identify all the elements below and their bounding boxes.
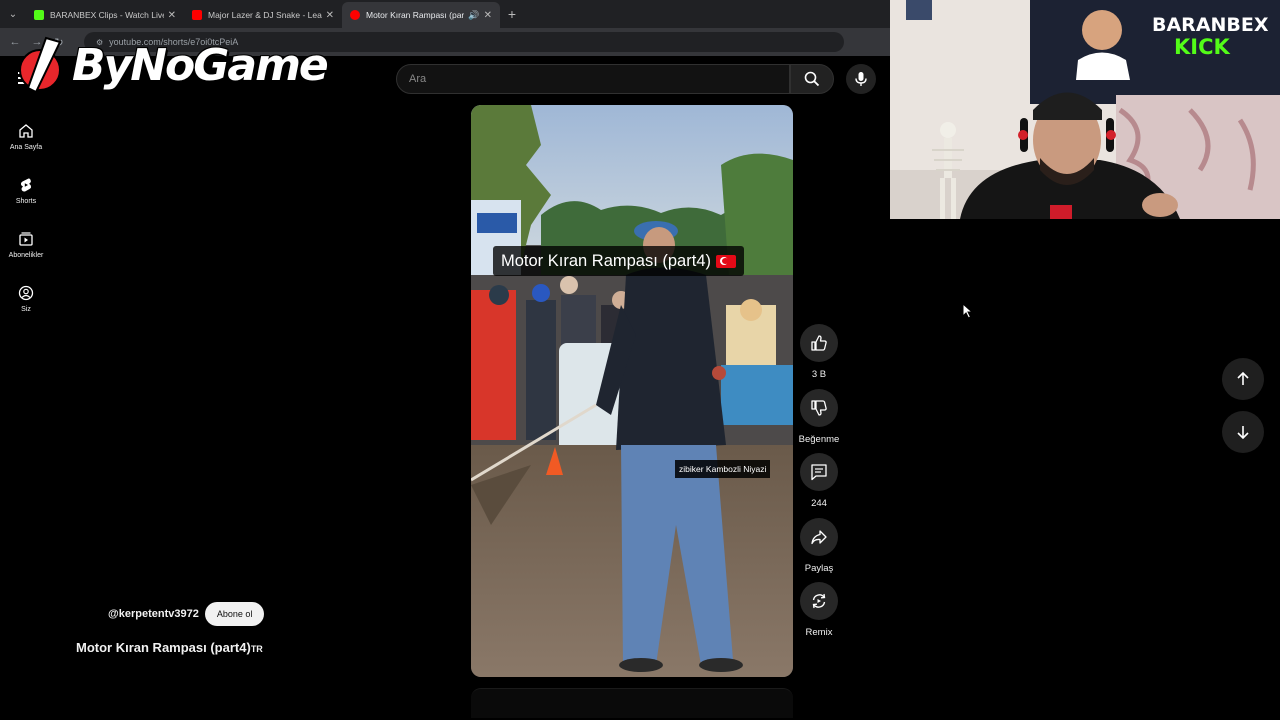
sidebar-item-shorts[interactable]: Shorts (0, 164, 52, 218)
search-input[interactable]: Ara (396, 64, 790, 94)
browser-tab-2[interactable]: Major Lazer & DJ Snake - Lean ✕ (184, 2, 342, 28)
bynogame-logo-icon (19, 36, 62, 94)
arrow-down-icon (1237, 426, 1249, 440)
dislike-action: Beğenme (795, 388, 843, 454)
remix-label: Remix (805, 627, 833, 638)
previous-short-button[interactable] (1222, 358, 1264, 400)
turkey-flag-icon (716, 254, 736, 268)
video-title-text: Motor Kıran Rampası (part4) (76, 640, 251, 655)
remix-icon (812, 593, 826, 609)
close-tab-icon[interactable]: ✕ (168, 10, 176, 21)
watermark-text: ByNoGame (72, 39, 329, 91)
search-placeholder: Ara (409, 73, 427, 85)
sidebar-item-label: Shorts (15, 198, 37, 205)
browser-tab-3[interactable]: Motor Kıran Rampası (part4 🔊 ✕ (342, 2, 500, 28)
video-title[interactable]: Motor Kıran Rampası (part4)TR (76, 640, 263, 655)
sidebar-item-label: Ana Sayfa (9, 144, 43, 151)
speaker-icon[interactable]: 🔊 (468, 10, 479, 21)
channel-handle[interactable]: @kerpetentv3972 (108, 608, 199, 620)
comments-action: 244 (795, 453, 843, 518)
youtube-favicon-icon (350, 10, 360, 20)
share-button[interactable] (800, 517, 838, 556)
dislike-label: Beğenme (798, 433, 840, 445)
close-tab-icon[interactable]: ✕ (484, 10, 492, 21)
overlay-caption-text: zibiker Kambozli Niyazi (679, 464, 767, 474)
home-icon (19, 124, 33, 138)
tab-search-icon[interactable]: ⌄ (0, 0, 26, 28)
dislike-button[interactable] (800, 388, 838, 427)
shorts-video-player[interactable]: Motor Kıran Rampası (part4) zibiker Kamb… (471, 105, 793, 677)
share-action: Paylaş (795, 517, 843, 583)
video-frame-image (471, 105, 793, 677)
search-button[interactable] (790, 64, 834, 94)
channel-info: @kerpetentv3972 Abone ol (108, 602, 265, 626)
microphone-icon (855, 72, 867, 86)
remix-button[interactable] (800, 582, 838, 620)
voice-search-button[interactable] (846, 64, 876, 94)
share-icon (811, 529, 827, 544)
remix-action: Remix (795, 582, 843, 647)
sidebar-item-subscriptions[interactable]: Abonelikler (0, 218, 52, 272)
browser-tab-bar: ⌄ BARANBEX Clips - Watch Live o ✕ Major … (0, 0, 890, 28)
tab-title: BARANBEX Clips - Watch Live o (50, 10, 164, 20)
flag-emoji-text: TR (250, 644, 263, 654)
new-tab-button[interactable]: + (500, 6, 524, 22)
like-action: 3 B (795, 324, 843, 389)
kick-favicon-icon (34, 10, 44, 20)
tab-title: Motor Kıran Rampası (part4 (366, 10, 465, 20)
close-tab-icon[interactable]: ✕ (326, 10, 334, 21)
share-label: Paylaş (804, 562, 834, 574)
mouse-cursor-icon (962, 303, 974, 319)
bynogame-watermark: ByNoGame (16, 30, 329, 100)
like-count: 3 B (811, 369, 827, 380)
next-short-preview[interactable] (471, 688, 793, 718)
sidebar: Ana Sayfa Shorts Abonelikler Siz (0, 110, 52, 326)
video-overlay-title: Motor Kıran Rampası (part4) (493, 246, 744, 276)
subscribe-button[interactable]: Abone ol (204, 602, 265, 626)
sidebar-item-label: Siz (21, 306, 31, 313)
sidebar-item-label: Abonelikler (8, 252, 44, 259)
search-icon (804, 71, 820, 87)
shorts-icon (20, 178, 32, 192)
webcam-banner-kick: KICK (1174, 35, 1230, 59)
comments-button[interactable] (800, 453, 838, 491)
youtube-favicon-icon (192, 10, 202, 20)
thumbs-up-icon (811, 335, 827, 351)
comment-icon (811, 464, 827, 481)
subscriptions-icon (19, 232, 33, 246)
sidebar-item-you[interactable]: Siz (0, 272, 52, 326)
account-icon (18, 285, 34, 301)
like-button[interactable] (800, 324, 838, 362)
shorts-actions: 3 B Beğenme 244 Paylaş Remix (795, 324, 843, 647)
webcam-banner-name: BARANBEX (1152, 14, 1269, 36)
arrow-up-icon (1237, 371, 1249, 385)
sidebar-item-home[interactable]: Ana Sayfa (0, 110, 52, 164)
next-short-button[interactable] (1222, 411, 1264, 453)
comment-count: 244 (811, 498, 827, 509)
overlay-title-text: Motor Kıran Rampası (part4) (501, 251, 711, 270)
browser-tab-1[interactable]: BARANBEX Clips - Watch Live o ✕ (26, 2, 184, 28)
tab-title: Major Lazer & DJ Snake - Lean (208, 10, 322, 20)
video-overlay-caption: zibiker Kambozli Niyazi (675, 460, 771, 478)
thumbs-down-icon (811, 399, 827, 416)
